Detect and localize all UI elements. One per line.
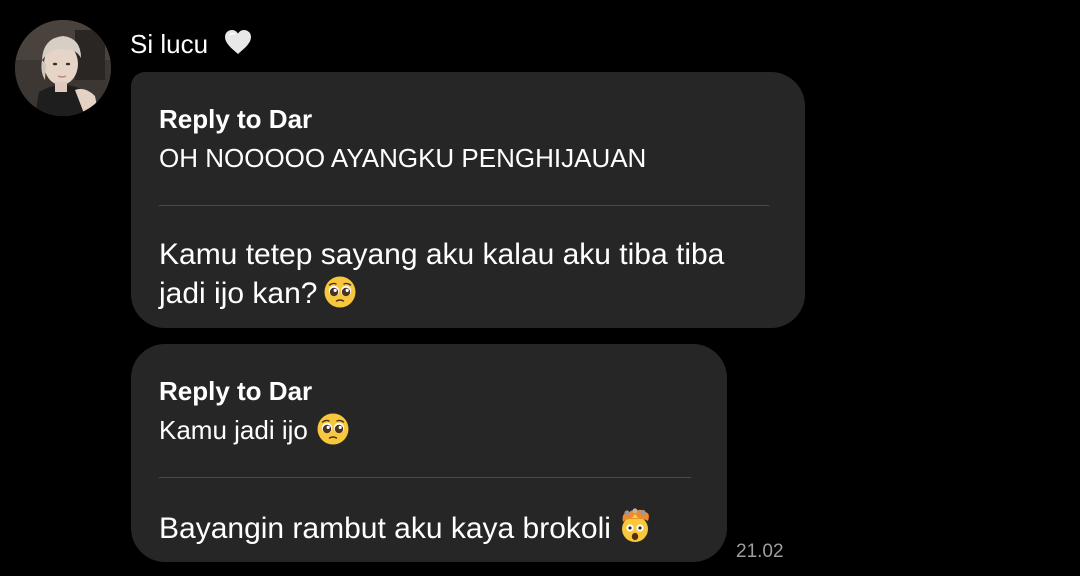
pleading-face-icon [323, 275, 357, 319]
message-text-body: Bayangin rambut aku kaya brokoli [159, 512, 611, 545]
reply-to-label: Reply to Dar [159, 104, 313, 134]
quoted-message-text: Kamu jadi ijo [159, 415, 308, 445]
sender-avatar[interactable] [15, 20, 111, 116]
pleading-face-icon [316, 412, 350, 454]
exploding-head-icon [617, 508, 653, 554]
message-text: Bayangin rambut aku kaya brokoli [159, 508, 653, 554]
white-heart-icon [223, 28, 253, 65]
message-text-line-2: jadi ijo kan? [159, 274, 724, 319]
reply-to-label: Reply to Dar [159, 376, 313, 406]
message-text: Kamu tetep sayang aku kalau aku tiba tib… [159, 235, 724, 319]
message-timestamp: 21.02 [736, 541, 784, 562]
chat-screen: Si lucu Reply to Dar OH NOOOOO AYANGKU P… [0, 0, 1080, 576]
message-bubble-2[interactable]: Reply to Dar Kamu jadi ijo Bayangin ramb… [131, 344, 727, 562]
sender-name-text: Si lucu [130, 29, 209, 59]
message-text-line-1: Kamu tetep sayang aku kalau aku tiba tib… [159, 238, 725, 271]
message-bubble-1[interactable]: Reply to Dar OH NOOOOO AYANGKU PENGHIJAU… [131, 72, 805, 328]
avatar-image [15, 20, 111, 116]
message-text-line-2-text: jadi ijo kan? [159, 277, 318, 310]
reply-divider [159, 205, 769, 206]
quoted-message-text: OH NOOOOO AYANGKU PENGHIJAUAN [159, 143, 647, 173]
quoted-message: Kamu jadi ijo [159, 412, 350, 454]
sender-name: Si lucu [130, 26, 253, 65]
reply-divider [159, 477, 691, 478]
